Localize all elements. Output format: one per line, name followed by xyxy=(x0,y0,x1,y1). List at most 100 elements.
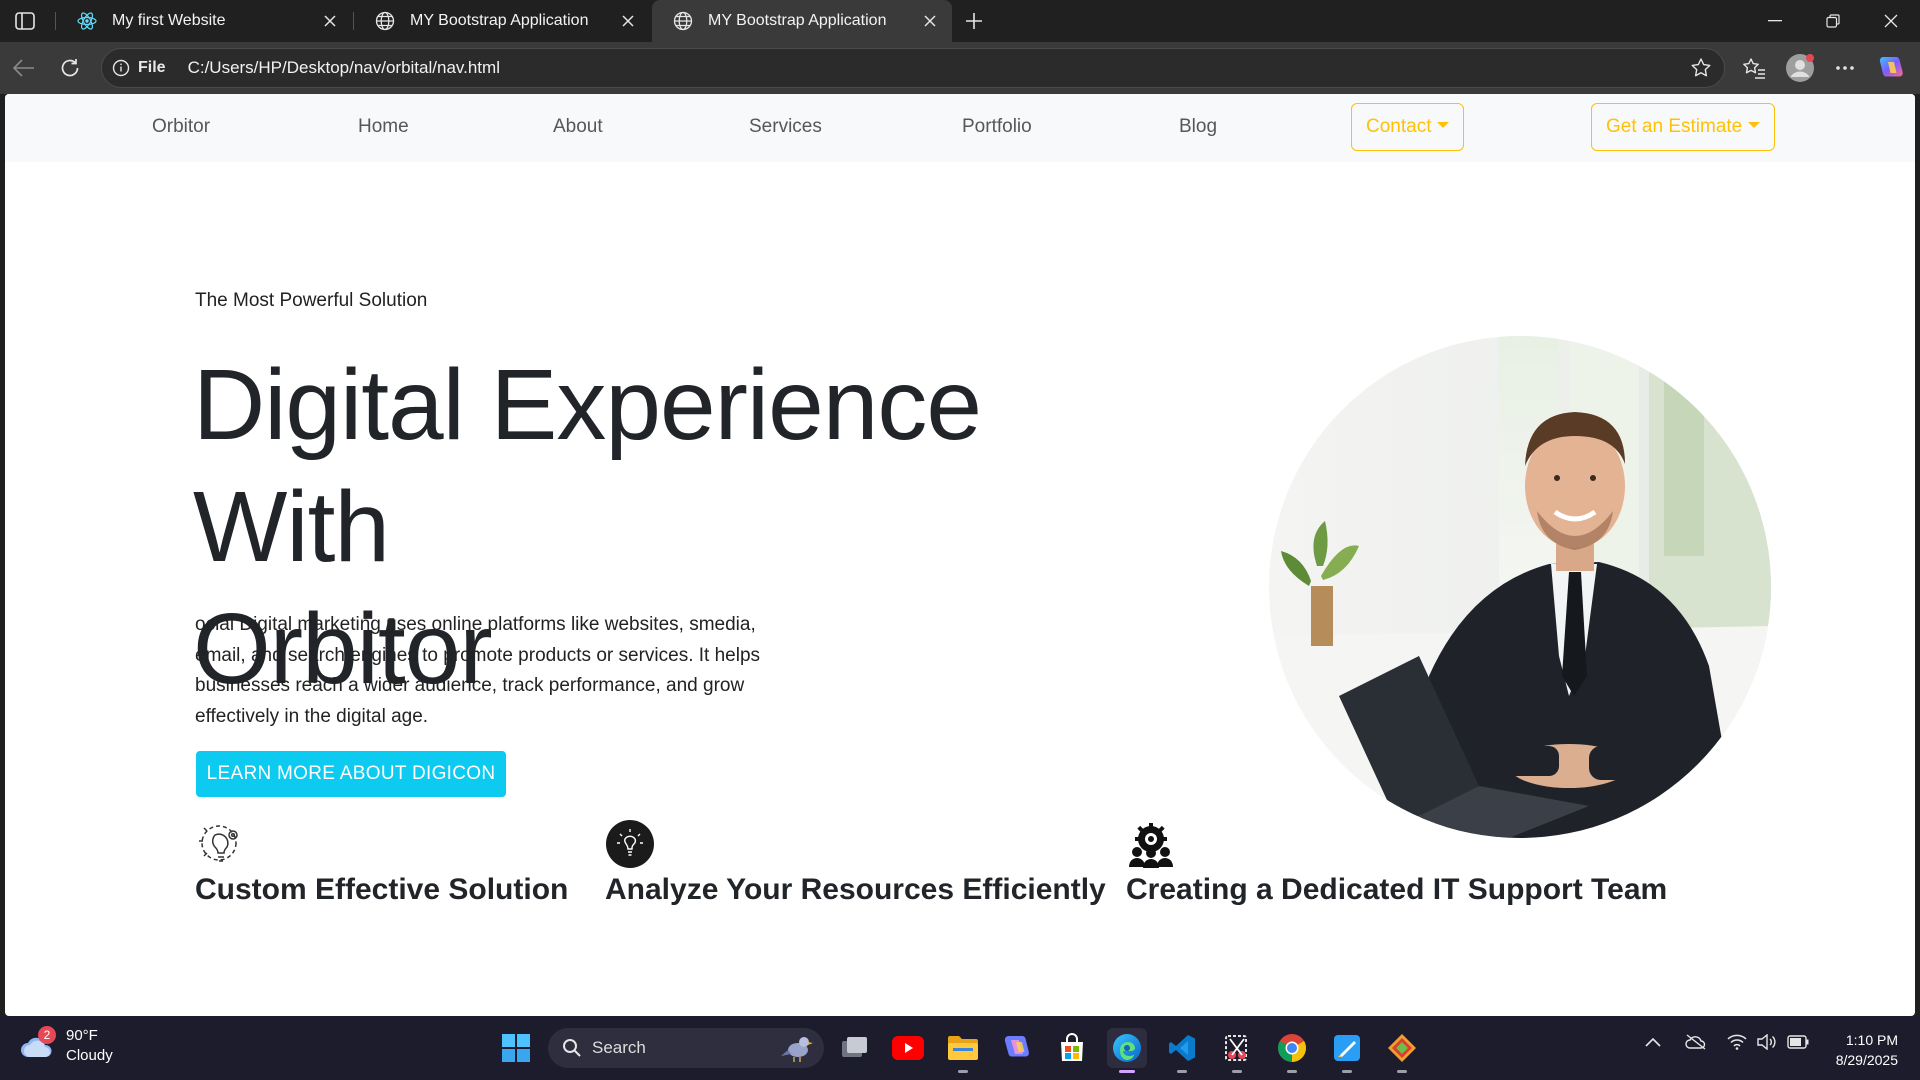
notification-badge: 2 xyxy=(38,1026,56,1044)
estimate-dropdown-label: Get an Estimate xyxy=(1606,116,1743,137)
paint-icon xyxy=(1334,1035,1360,1061)
clock[interactable]: 1:10 PM 8/29/2025 xyxy=(1836,1030,1898,1070)
copilot-icon[interactable] xyxy=(1876,52,1908,84)
tab-my-first-website[interactable]: My first Website xyxy=(56,0,352,42)
feature-analyze-resources: Analyze Your Resources Efficiently xyxy=(605,819,1106,907)
windows-icon xyxy=(502,1034,530,1062)
volume-icon[interactable] xyxy=(1757,1034,1777,1050)
hero-eyebrow: The Most Powerful Solution xyxy=(195,290,428,311)
info-icon xyxy=(112,59,130,77)
close-icon[interactable] xyxy=(618,11,638,31)
youtube-icon xyxy=(892,1036,924,1060)
nav-link-about[interactable]: About xyxy=(553,116,603,138)
team-gear-icon xyxy=(1126,819,1176,869)
tab-strip: My first Website MY Bootstrap Applicatio… xyxy=(0,0,1920,42)
back-icon[interactable] xyxy=(8,52,40,84)
clock-date: 8/29/2025 xyxy=(1835,1052,1898,1068)
profile-avatar-icon[interactable] xyxy=(1784,52,1816,84)
site-info-button[interactable]: File xyxy=(112,59,166,77)
tab-bootstrap-app-2[interactable]: MY Bootstrap Application xyxy=(652,0,952,42)
weather-widget[interactable]: 2 90°F Cloudy xyxy=(20,1026,113,1066)
feature-it-support-team: Creating a Dedicated IT Support Team xyxy=(1126,819,1667,907)
refresh-icon[interactable] xyxy=(54,52,86,84)
folder-icon xyxy=(948,1036,978,1060)
estimate-dropdown-button[interactable]: Get an Estimate xyxy=(1591,103,1776,151)
chrome-app[interactable] xyxy=(1272,1028,1312,1073)
youtube-app[interactable] xyxy=(888,1028,928,1068)
page-viewport: Orbitor Home About Services Portfolio Bl… xyxy=(5,94,1915,1016)
file-explorer-app[interactable] xyxy=(943,1028,983,1073)
navbar-brand[interactable]: Orbitor xyxy=(152,116,210,138)
restore-icon[interactable] xyxy=(1804,0,1862,42)
new-tab-icon[interactable] xyxy=(960,8,988,34)
diamond-tool-icon xyxy=(1388,1034,1416,1062)
businessman-photo xyxy=(1269,336,1771,838)
url-text[interactable]: C:/Users/HP/Desktop/nav/orbital/nav.html xyxy=(188,58,500,78)
battery-icon[interactable] xyxy=(1787,1035,1809,1049)
feature-title: Custom Effective Solution xyxy=(195,873,569,906)
site-navbar: Orbitor Home About Services Portfolio Bl… xyxy=(5,94,1915,162)
feature-custom-solution: Custom Effective Solution xyxy=(195,819,568,907)
tab-title: MY Bootstrap Application xyxy=(410,12,589,29)
paint-app[interactable] xyxy=(1327,1028,1367,1073)
minimize-icon[interactable] xyxy=(1746,0,1804,42)
start-button[interactable] xyxy=(496,1028,536,1068)
learn-more-button[interactable]: LEARN MORE ABOUT DIGICON xyxy=(196,751,506,797)
close-icon[interactable] xyxy=(320,11,340,31)
hero-description: ocial Digital marketing uses online plat… xyxy=(195,614,761,727)
feature-title: Analyze Your Resources Efficiently xyxy=(605,873,1106,906)
system-tray xyxy=(1645,1034,1809,1050)
sidebar-toggle-icon[interactable] xyxy=(12,9,38,33)
globe-icon xyxy=(374,10,396,32)
snipping-tool-app[interactable] xyxy=(1217,1028,1257,1073)
nav-link-services[interactable]: Services xyxy=(749,116,822,138)
search-placeholder: Search xyxy=(592,1038,646,1057)
contact-dropdown-button[interactable]: Contact xyxy=(1351,103,1465,151)
vscode-icon xyxy=(1169,1035,1195,1061)
task-view-icon xyxy=(842,1037,867,1057)
onedrive-offline-icon[interactable] xyxy=(1685,1034,1707,1050)
browser-toolbar: File C:/Users/HP/Desktop/nav/orbital/nav… xyxy=(0,42,1920,94)
contact-dropdown-label: Contact xyxy=(1366,116,1432,137)
lightbulb-circle-icon xyxy=(605,819,655,869)
address-bar[interactable]: File C:/Users/HP/Desktop/nav/orbital/nav… xyxy=(101,48,1725,88)
nav-link-portfolio[interactable]: Portfolio xyxy=(962,116,1032,138)
snipping-tool-icon xyxy=(1225,1035,1247,1061)
favorites-icon[interactable] xyxy=(1738,52,1770,84)
chrome-icon xyxy=(1278,1034,1306,1062)
taskbar-search[interactable]: Search xyxy=(548,1028,824,1068)
file-label: File xyxy=(138,59,166,76)
copilot-icon xyxy=(1004,1036,1029,1057)
caret-down-icon xyxy=(1748,122,1761,128)
search-icon xyxy=(563,1039,581,1057)
vscode-app[interactable] xyxy=(1162,1028,1202,1073)
hero-title-line1: Digital Experience With xyxy=(193,349,982,583)
wifi-icon[interactable] xyxy=(1727,1034,1747,1050)
taskbar: 2 90°F Cloudy Search 1:10 PM 8/29/2025 xyxy=(0,1016,1920,1080)
nav-link-home[interactable]: Home xyxy=(358,116,409,138)
react-icon xyxy=(76,10,98,32)
close-icon[interactable] xyxy=(920,11,940,31)
globe-icon xyxy=(672,10,694,32)
bird-icon xyxy=(781,1037,813,1062)
lightbulb-gear-icon xyxy=(195,819,245,869)
edge-app[interactable] xyxy=(1107,1028,1147,1073)
tab-title: MY Bootstrap Application xyxy=(708,12,887,29)
star-icon[interactable] xyxy=(1690,57,1712,84)
edge-icon xyxy=(1113,1034,1141,1062)
copilot-app[interactable] xyxy=(998,1028,1038,1068)
nav-link-blog[interactable]: Blog xyxy=(1179,116,1217,138)
tab-bootstrap-app-1[interactable]: MY Bootstrap Application xyxy=(354,0,650,42)
git-tool-app[interactable] xyxy=(1382,1028,1422,1073)
clock-time: 1:10 PM xyxy=(1845,1032,1898,1048)
microsoft-store-app[interactable] xyxy=(1052,1028,1092,1068)
feature-title: Creating a Dedicated IT Support Team xyxy=(1126,873,1668,906)
task-view-button[interactable] xyxy=(834,1028,874,1068)
tab-title: My first Website xyxy=(112,12,226,29)
close-window-icon[interactable] xyxy=(1862,0,1920,42)
store-icon xyxy=(1061,1033,1083,1061)
chevron-up-icon[interactable] xyxy=(1645,1037,1661,1047)
weather-condition: Cloudy xyxy=(66,1047,113,1064)
more-options-icon[interactable] xyxy=(1829,52,1861,84)
caret-down-icon xyxy=(1437,122,1450,128)
